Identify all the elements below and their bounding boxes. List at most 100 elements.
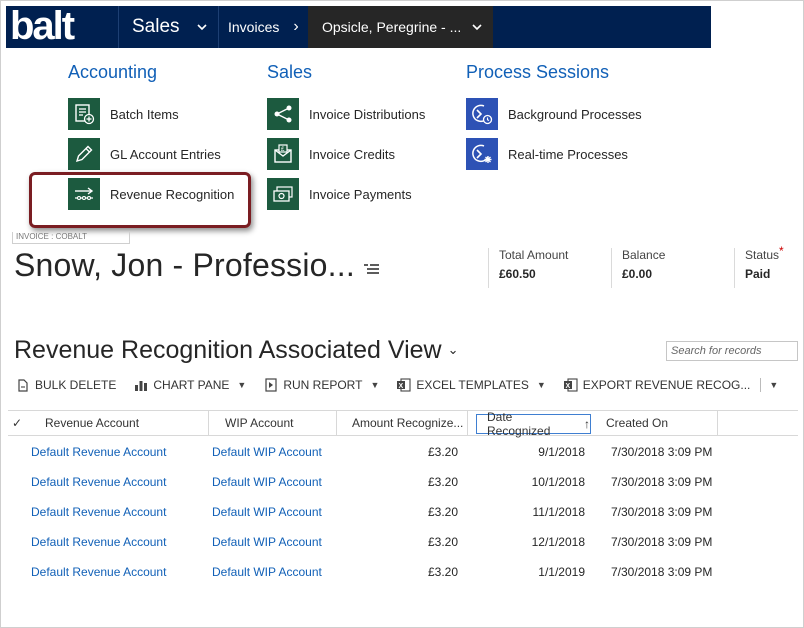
header-field-total-amount: Total Amount £60.50: [488, 248, 568, 288]
cash-icon: [267, 178, 299, 210]
menu-item-label: GL Account Entries: [110, 146, 221, 162]
record-title: Snow, Jon - Professio...: [14, 247, 355, 283]
dropdown-arrow-icon[interactable]: ▼: [769, 380, 778, 390]
chevron-down-icon: ⌄: [447, 342, 459, 357]
created-on-cell: 7/30/2018 3:09 PM: [611, 565, 713, 579]
top-nav-bar: balt Sales Invoices › Opsicle, Peregrine…: [6, 4, 711, 48]
header-field-balance: Balance £0.00: [611, 248, 665, 288]
menu-item-batch-items[interactable]: Batch Items: [68, 98, 179, 130]
menu-item-label: Invoice Distributions: [309, 106, 426, 122]
view-selector[interactable]: Revenue Recognition Associated View ⌄: [14, 336, 459, 365]
dropdown-arrow-icon: ▼: [370, 380, 380, 390]
table-row[interactable]: Default Revenue Account Default WIP Acco…: [8, 498, 798, 528]
amount-cell: £3.20: [427, 475, 458, 489]
date-recognized-cell: 10/1/2018: [531, 475, 585, 489]
header-field-value: £60.50: [499, 267, 536, 281]
svg-text:X: X: [399, 383, 404, 390]
pencil-icon: [68, 138, 100, 170]
select-all-checkmark-icon[interactable]: ✓: [12, 416, 22, 430]
grid-header: ✓ Revenue Account WIP Account Amount Rec…: [8, 410, 798, 438]
form-selector-label[interactable]: INVOICE : COBALT: [12, 232, 130, 244]
wip-account-link[interactable]: Default WIP Account: [212, 565, 322, 579]
revenue-account-link[interactable]: Default Revenue Account: [31, 535, 166, 549]
required-marker: *: [779, 244, 784, 258]
menu-item-real-time-processes[interactable]: Real-time Processes: [466, 138, 628, 170]
toolbar-label: BULK DELETE: [35, 378, 117, 392]
column-header-amount-recognized[interactable]: Amount Recognize...: [337, 411, 468, 435]
run-report-button[interactable]: RUN REPORT ▼: [264, 378, 379, 392]
nav-record-dropdown[interactable]: Opsicle, Peregrine - ...: [308, 6, 493, 48]
amount-cell: £3.20: [427, 445, 458, 459]
menu-column-process-sessions: Process Sessions: [466, 62, 609, 88]
toolbar-label: CHART PANE: [153, 378, 230, 392]
batch-items-icon: [68, 98, 100, 130]
export-button[interactable]: X EXPORT REVENUE RECOG... ▼: [563, 378, 778, 392]
excel-templates-button[interactable]: X EXCEL TEMPLATES ▼: [397, 378, 546, 392]
chart-pane-button[interactable]: CHART PANE ▼: [134, 378, 246, 392]
wip-account-link[interactable]: Default WIP Account: [212, 445, 322, 459]
table-row[interactable]: Default Revenue Account Default WIP Acco…: [8, 468, 798, 498]
menu-item-label: Invoice Credits: [309, 146, 395, 162]
header-field-value: £0.00: [622, 267, 653, 281]
column-header-label: Date Recognized: [487, 410, 551, 438]
bulk-delete-button[interactable]: BULK DELETE: [16, 378, 116, 392]
date-recognized-cell: 1/1/2019: [538, 565, 585, 579]
column-header-label: Created On: [606, 416, 669, 430]
wip-account-link[interactable]: Default WIP Account: [212, 535, 322, 549]
created-on-cell: 7/30/2018 3:09 PM: [611, 505, 713, 519]
header-field-label: Status*: [745, 244, 784, 262]
created-on-cell: 7/30/2018 3:09 PM: [611, 445, 713, 459]
menu-heading-sales: Sales: [267, 62, 313, 82]
nav-entity-link[interactable]: Invoices ›: [228, 6, 299, 48]
column-header-created-on[interactable]: Created On: [592, 411, 718, 435]
balt-logo: balt: [8, 4, 118, 48]
menu-item-label: Invoice Payments: [309, 186, 412, 202]
command-bar: BULK DELETE CHART PANE ▼ RUN REPORT ▼ X …: [16, 374, 796, 396]
toolbar-label: EXPORT REVENUE RECOG...: [582, 378, 751, 392]
form-menu-icon[interactable]: [364, 262, 380, 276]
wip-account-link[interactable]: Default WIP Account: [212, 505, 322, 519]
menu-item-invoice-credits[interactable]: £ Invoice Credits: [267, 138, 395, 170]
table-row[interactable]: Default Revenue Account Default WIP Acco…: [8, 528, 798, 558]
menu-column-accounting: Accounting: [68, 62, 157, 88]
table-row[interactable]: Default Revenue Account Default WIP Acco…: [8, 438, 798, 468]
nav-separator: [118, 6, 119, 48]
revenue-account-link[interactable]: Default Revenue Account: [31, 565, 166, 579]
revenue-account-link[interactable]: Default Revenue Account: [31, 505, 166, 519]
menu-column-sales: Sales: [267, 62, 312, 88]
column-header-wip-account[interactable]: WIP Account: [209, 411, 337, 435]
header-field-label: Balance: [622, 248, 666, 262]
date-recognized-cell: 9/1/2018: [538, 445, 585, 459]
revenue-account-link[interactable]: Default Revenue Account: [31, 475, 166, 489]
sort-ascending-icon: ↑: [584, 417, 590, 431]
revenue-account-link[interactable]: Default Revenue Account: [31, 445, 166, 459]
dropdown-arrow-icon: ▼: [536, 380, 546, 390]
status-label: Status: [745, 248, 780, 262]
search-input[interactable]: Search for records: [666, 341, 798, 361]
nav-separator: [218, 6, 219, 48]
menu-item-invoice-payments[interactable]: Invoice Payments: [267, 178, 412, 210]
header-field-label: Total Amount: [499, 248, 569, 262]
column-header-revenue-account[interactable]: Revenue Account: [32, 411, 209, 435]
nav-area-dropdown[interactable]: Sales: [132, 6, 208, 48]
menu-item-label: Real-time Processes: [508, 146, 628, 162]
menu-item-background-processes[interactable]: Background Processes: [466, 98, 642, 130]
share-icon: [267, 98, 299, 130]
column-header-label: Amount Recognize...: [352, 416, 464, 430]
menu-item-invoice-distributions[interactable]: Invoice Distributions: [267, 98, 425, 130]
amount-cell: £3.20: [427, 535, 458, 549]
created-on-cell: 7/30/2018 3:09 PM: [611, 535, 713, 549]
column-header-label: Revenue Account: [45, 416, 140, 430]
menu-item-gl-account-entries[interactable]: GL Account Entries: [68, 138, 221, 170]
date-recognized-cell: 11/1/2018: [532, 505, 586, 519]
excel-icon: X: [397, 378, 411, 392]
header-field-status: Status* Paid: [734, 244, 784, 288]
table-row[interactable]: Default Revenue Account Default WIP Acco…: [8, 558, 798, 588]
wip-account-link[interactable]: Default WIP Account: [212, 475, 322, 489]
nav-entity-label: Invoices: [228, 19, 280, 35]
date-recognized-cell: 12/1/2018: [531, 535, 585, 549]
chevron-right-icon: ›: [293, 18, 299, 35]
toolbar-divider: [760, 378, 762, 392]
column-header-date-recognized[interactable]: Date Recognized ↑: [476, 410, 591, 438]
header-field-value: Paid: [745, 267, 771, 281]
